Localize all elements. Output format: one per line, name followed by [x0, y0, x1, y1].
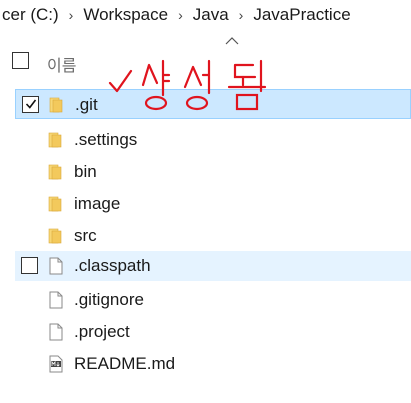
- file-name: .git: [75, 95, 98, 114]
- breadcrumb-javapractice[interactable]: JavaPractice: [249, 5, 354, 25]
- chevron-right-icon[interactable]: ›: [233, 7, 250, 23]
- file-name: src: [74, 226, 97, 245]
- breadcrumb-workspace[interactable]: Workspace: [79, 5, 172, 25]
- folder-icon: [48, 164, 62, 180]
- file-icon: [49, 323, 63, 341]
- file-row-settings[interactable]: .settings: [15, 125, 411, 155]
- file-name: .settings: [74, 130, 138, 149]
- checkmark-icon: [25, 99, 37, 109]
- file-row-project[interactable]: .project: [15, 317, 411, 347]
- sort-ascending-icon: [225, 37, 239, 45]
- file-name: .project: [74, 322, 130, 341]
- column-header-name[interactable]: 이름: [47, 52, 76, 76]
- file-name: .gitignore: [74, 290, 144, 309]
- breadcrumb: cer (C:) › Workspace › Java › JavaPracti…: [0, 0, 411, 30]
- file-name: bin: [74, 162, 97, 181]
- file-row-src[interactable]: src: [15, 221, 411, 251]
- file-name: README.md: [74, 354, 176, 373]
- file-icon: [49, 257, 63, 275]
- file-row-bin[interactable]: bin: [15, 157, 411, 187]
- folder-icon: [48, 132, 62, 148]
- markdown-file-icon: [49, 355, 63, 373]
- handwritten-annotation: [108, 59, 267, 111]
- folder-icon: [48, 196, 62, 212]
- row-checkbox[interactable]: [22, 96, 39, 113]
- file-row-gitignore[interactable]: .gitignore: [15, 285, 411, 315]
- file-name: image: [74, 194, 121, 213]
- row-checkbox[interactable]: [21, 257, 38, 274]
- file-icon: [49, 291, 63, 309]
- folder-icon: [49, 97, 63, 113]
- breadcrumb-java[interactable]: Java: [189, 5, 233, 25]
- file-row-readme[interactable]: README.md: [15, 349, 411, 379]
- file-name: .classpath: [74, 256, 151, 275]
- file-row-classpath[interactable]: .classpath: [15, 251, 411, 281]
- chevron-right-icon[interactable]: ›: [63, 7, 80, 23]
- chevron-right-icon[interactable]: ›: [172, 7, 189, 23]
- file-row-image[interactable]: image: [15, 189, 411, 219]
- breadcrumb-drive[interactable]: cer (C:): [0, 5, 63, 25]
- folder-icon: [48, 228, 62, 244]
- select-all-checkbox[interactable]: [12, 52, 29, 69]
